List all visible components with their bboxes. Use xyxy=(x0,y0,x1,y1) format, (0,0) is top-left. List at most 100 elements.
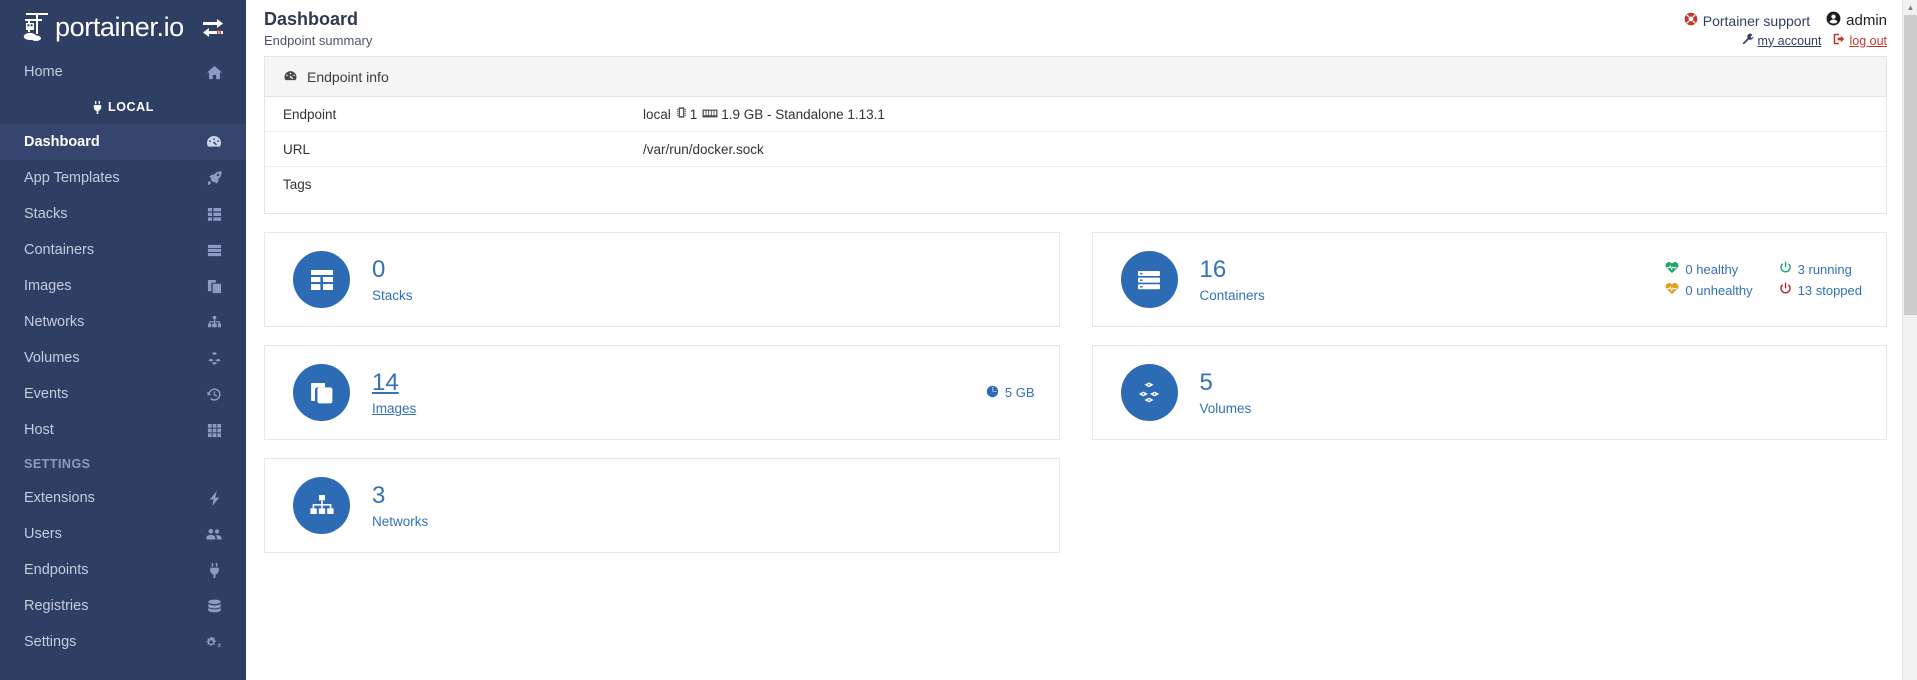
main-content: Dashboard Endpoint summary Portainer sup… xyxy=(246,0,1917,680)
sidebar-item-label: Extensions xyxy=(24,490,95,506)
sidebar-item-volumes[interactable]: Volumes xyxy=(0,340,246,376)
sidebar-item-label: Images xyxy=(24,278,72,294)
sidebar-item-dashboard[interactable]: Dashboard xyxy=(0,124,246,160)
sidebar-item-label: Events xyxy=(24,386,69,402)
networks-label: Networks xyxy=(372,513,429,529)
images-size-chip: 5 GB xyxy=(986,385,1035,401)
endpoint-switch-icon[interactable] xyxy=(202,17,224,37)
memory-icon xyxy=(702,107,718,122)
endpoint-info-panel: Endpoint info Endpoint local 1 1.9 GB - … xyxy=(264,56,1887,214)
page-title-block: Dashboard Endpoint summary xyxy=(264,8,372,48)
cpu-value: 1 xyxy=(689,106,698,122)
containers-label: Containers xyxy=(1199,287,1265,303)
stacks-label: Stacks xyxy=(372,287,413,303)
sidebar-section-settings: SETTINGS xyxy=(0,448,246,480)
bolt-icon xyxy=(204,489,224,507)
page-header: Dashboard Endpoint summary Portainer sup… xyxy=(246,0,1917,56)
cards-left-column: 0 Stacks 14 Images 5 GB 3 Networks xyxy=(264,232,1060,553)
sidebar-item-label: App Templates xyxy=(24,170,120,186)
my-account-label: my account xyxy=(1757,33,1822,48)
sidebar-item-label: Stacks xyxy=(24,206,68,222)
sidebar-item-users[interactable]: Users xyxy=(0,516,246,552)
portainer-support-link[interactable]: Portainer support xyxy=(1684,12,1810,29)
scrollbar-thumb[interactable] xyxy=(1904,15,1917,315)
sidebar-item-images[interactable]: Images xyxy=(0,268,246,304)
sidebar-item-registries[interactable]: Registries xyxy=(0,588,246,624)
url-row-value: /var/run/docker.sock xyxy=(643,141,764,157)
sidebar: portainer.io Home LOCAL Dashboard App Te… xyxy=(0,0,246,680)
users-icon xyxy=(204,525,224,543)
images-label: Images xyxy=(372,400,417,416)
rocket-icon xyxy=(204,169,224,187)
stopped-label: 13 stopped xyxy=(1797,282,1862,298)
networks-card[interactable]: 3 Networks xyxy=(264,458,1060,553)
pie-chart-icon xyxy=(986,385,999,401)
stacks-count: 0 xyxy=(372,256,386,284)
cogs-icon xyxy=(204,633,224,651)
endpoint-info-header: Endpoint info xyxy=(265,57,1886,97)
images-copy-icon xyxy=(204,277,224,295)
sidebar-item-endpoints[interactable]: Endpoints xyxy=(0,552,246,588)
page-scrollbar[interactable]: ▲ xyxy=(1902,0,1917,680)
my-account-link[interactable]: my account xyxy=(1742,33,1822,48)
containers-card-texts: 16 Containers xyxy=(1200,256,1265,303)
life-ring-icon xyxy=(1684,12,1698,29)
volumes-cubes-icon xyxy=(1120,364,1178,421)
header-right: Portainer support admin my account log o… xyxy=(1684,8,1887,48)
scroll-up-arrow-icon[interactable]: ▲ xyxy=(1903,0,1917,15)
dashboard-gauge-icon xyxy=(204,133,224,151)
plug-icon xyxy=(92,100,103,114)
home-icon xyxy=(204,63,224,81)
host-th-icon xyxy=(204,421,224,439)
containers-card[interactable]: 16 Containers 0 healthy 3 running 0 unhe… xyxy=(1091,232,1887,327)
endpoint-row-label: Endpoint xyxy=(283,106,337,122)
volumes-card[interactable]: 5 Volumes xyxy=(1091,345,1887,440)
endpoint-row-value: local 1 1.9 GB - Standalone 1.13.1 xyxy=(643,106,1868,122)
images-count: 14 xyxy=(372,369,399,397)
sidebar-item-events[interactable]: Events xyxy=(0,376,246,412)
volumes-card-texts: 5 Volumes xyxy=(1200,369,1252,416)
user-menu[interactable]: admin xyxy=(1826,11,1887,30)
sidebar-item-app-templates[interactable]: App Templates xyxy=(0,160,246,196)
sidebar-item-host[interactable]: Host xyxy=(0,412,246,448)
power-icon xyxy=(1779,282,1792,298)
brand-header[interactable]: portainer.io xyxy=(0,0,246,54)
sidebar-item-home[interactable]: Home xyxy=(0,54,246,90)
sidebar-item-label: Users xyxy=(24,526,62,542)
url-row: URL /var/run/docker.sock xyxy=(265,132,1886,167)
page-subtitle: Endpoint summary xyxy=(264,32,373,48)
containers-server-icon xyxy=(1120,251,1178,308)
containers-list-icon xyxy=(204,241,224,259)
volumes-cubes-icon xyxy=(204,349,224,367)
containers-running-stat: 3 running xyxy=(1779,261,1862,277)
page-title: Dashboard xyxy=(264,9,359,29)
sidebar-section-label: LOCAL xyxy=(107,100,155,114)
sidebar-item-stacks[interactable]: Stacks xyxy=(0,196,246,232)
plug-icon xyxy=(204,561,224,579)
endpoint-row: Endpoint local 1 1.9 GB - Standalone 1.1… xyxy=(265,97,1886,132)
healthy-label: 0 healthy xyxy=(1685,261,1739,277)
images-card-texts: 14 Images xyxy=(372,369,416,416)
sidebar-section-label: SETTINGS xyxy=(24,457,91,471)
sidebar-item-networks[interactable]: Networks xyxy=(0,304,246,340)
images-card[interactable]: 14 Images 5 GB xyxy=(264,345,1060,440)
portainer-crane-icon xyxy=(22,10,52,44)
stacks-grid-icon xyxy=(293,251,350,308)
memory-chip: 1.9 GB - Standalone 1.13.1 xyxy=(702,107,885,122)
stacks-card[interactable]: 0 Stacks xyxy=(264,232,1060,327)
log-out-link[interactable]: log out xyxy=(1833,33,1887,48)
sidebar-item-label: Endpoints xyxy=(24,562,89,578)
sidebar-item-label: Volumes xyxy=(24,350,80,366)
networks-sitemap-icon xyxy=(204,313,224,331)
sidebar-item-settings[interactable]: Settings xyxy=(0,624,246,660)
sidebar-item-containers[interactable]: Containers xyxy=(0,232,246,268)
user-label: admin xyxy=(1846,12,1887,29)
containers-unhealthy-stat: 0 unhealthy xyxy=(1665,282,1753,298)
history-clock-icon xyxy=(204,385,224,403)
log-out-label: log out xyxy=(1849,33,1887,48)
heartbeat-icon xyxy=(1665,282,1679,298)
brand-name: portainer.io xyxy=(55,11,184,42)
database-icon xyxy=(204,597,224,615)
sidebar-item-extensions[interactable]: Extensions xyxy=(0,480,246,516)
stacks-card-texts: 0 Stacks xyxy=(372,256,413,303)
